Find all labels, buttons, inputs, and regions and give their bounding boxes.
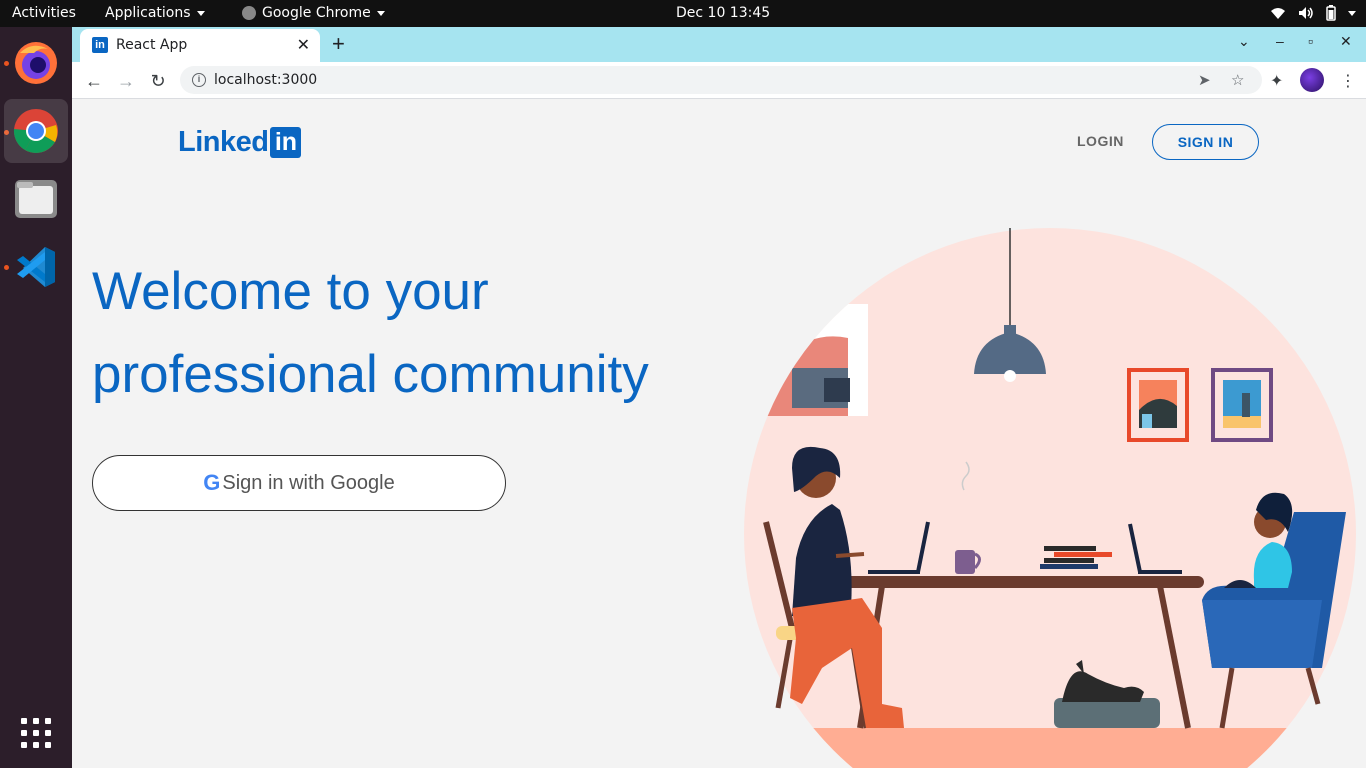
show-applications-button[interactable] bbox=[4, 701, 68, 765]
more-menu-icon[interactable]: ⋮ bbox=[1340, 71, 1356, 91]
logo-text: Linked bbox=[178, 126, 269, 158]
google-g-icon: G bbox=[203, 470, 221, 495]
google-sign-in-button[interactable]: G Sign in with Google bbox=[92, 455, 506, 511]
mug bbox=[955, 550, 975, 574]
google-sign-in-label: Sign in with Google bbox=[222, 471, 395, 494]
table-top bbox=[840, 576, 1204, 588]
extensions-puzzle-icon[interactable]: ✦ bbox=[1270, 71, 1283, 91]
headline-line-2: professional community bbox=[92, 345, 649, 404]
wifi-icon bbox=[1271, 8, 1285, 19]
logo-in-box: in bbox=[270, 127, 302, 158]
vscode-launcher[interactable] bbox=[4, 235, 68, 299]
tab-search-icon[interactable]: ⌄ bbox=[1238, 33, 1250, 50]
vscode-icon bbox=[17, 247, 55, 287]
hero-illustration bbox=[744, 228, 1356, 768]
chrome-small-icon bbox=[242, 6, 256, 20]
tab-title: React App bbox=[116, 37, 188, 53]
back-icon[interactable]: ← bbox=[82, 69, 106, 93]
firefox-launcher[interactable] bbox=[4, 31, 68, 95]
dog-bed bbox=[1054, 698, 1160, 728]
app-menu[interactable]: Google Chrome bbox=[242, 0, 385, 27]
login-link[interactable]: LOGIN bbox=[1077, 133, 1124, 149]
headline-line-1: Welcome to your bbox=[92, 262, 489, 321]
profile-avatar[interactable] bbox=[1300, 68, 1324, 92]
browser-window: in React App ✕ + ⌄ – ▫ ✕ ← → ↻ i ➤ ☆ ✦ ⋮… bbox=[72, 27, 1366, 768]
hero-headline: Welcome to your professional community bbox=[92, 250, 649, 416]
applications-menu[interactable]: Applications bbox=[105, 0, 205, 27]
sign-in-button[interactable]: SIGN IN bbox=[1152, 124, 1259, 160]
bookmark-star-icon[interactable]: ☆ bbox=[1231, 71, 1244, 89]
files-launcher[interactable] bbox=[4, 167, 68, 231]
site-info-icon[interactable]: i bbox=[192, 73, 206, 87]
applications-label: Applications bbox=[105, 5, 191, 21]
chevron-down-icon bbox=[196, 10, 205, 16]
reload-icon[interactable]: ↻ bbox=[146, 69, 170, 93]
firefox-icon bbox=[15, 42, 57, 84]
app-menu-label: Google Chrome bbox=[262, 5, 371, 21]
linkedin-favicon-icon: in bbox=[92, 37, 108, 53]
activities-button[interactable]: Activities bbox=[12, 0, 76, 27]
top-bar: Activities Applications Google Chrome De… bbox=[0, 0, 1366, 27]
volume-icon bbox=[1299, 7, 1313, 19]
chrome-launcher[interactable] bbox=[4, 99, 68, 163]
close-window-icon[interactable]: ✕ bbox=[1340, 33, 1352, 50]
browser-toolbar: ← → ↻ i ➤ ☆ ✦ ⋮ bbox=[72, 62, 1366, 99]
battery-icon bbox=[1326, 5, 1336, 21]
url-input[interactable] bbox=[214, 70, 1114, 90]
chevron-down-icon bbox=[376, 10, 385, 16]
system-tray[interactable] bbox=[1270, 5, 1356, 21]
close-tab-icon[interactable]: ✕ bbox=[297, 35, 310, 55]
page-content: Linked in LOGIN SIGN IN Welcome to your … bbox=[72, 100, 1366, 768]
clock[interactable]: Dec 10 13:45 bbox=[676, 0, 770, 27]
chrome-icon bbox=[13, 109, 58, 153]
tab-strip: in React App ✕ + ⌄ – ▫ ✕ bbox=[72, 27, 1366, 62]
forward-icon[interactable]: → bbox=[114, 69, 138, 93]
system-menu-chevron-icon bbox=[1348, 10, 1356, 16]
app-grid-icon bbox=[21, 718, 51, 748]
restore-icon[interactable]: ▫ bbox=[1308, 33, 1313, 49]
files-icon bbox=[15, 180, 57, 218]
send-icon[interactable]: ➤ bbox=[1198, 71, 1211, 89]
tab-react-app[interactable]: in React App ✕ bbox=[80, 29, 320, 62]
dock bbox=[0, 27, 72, 768]
minimize-icon[interactable]: – bbox=[1276, 33, 1284, 49]
linkedin-logo[interactable]: Linked in bbox=[178, 126, 302, 159]
new-tab-button[interactable]: + bbox=[332, 31, 345, 57]
address-bar[interactable]: i ➤ ☆ bbox=[180, 66, 1262, 94]
